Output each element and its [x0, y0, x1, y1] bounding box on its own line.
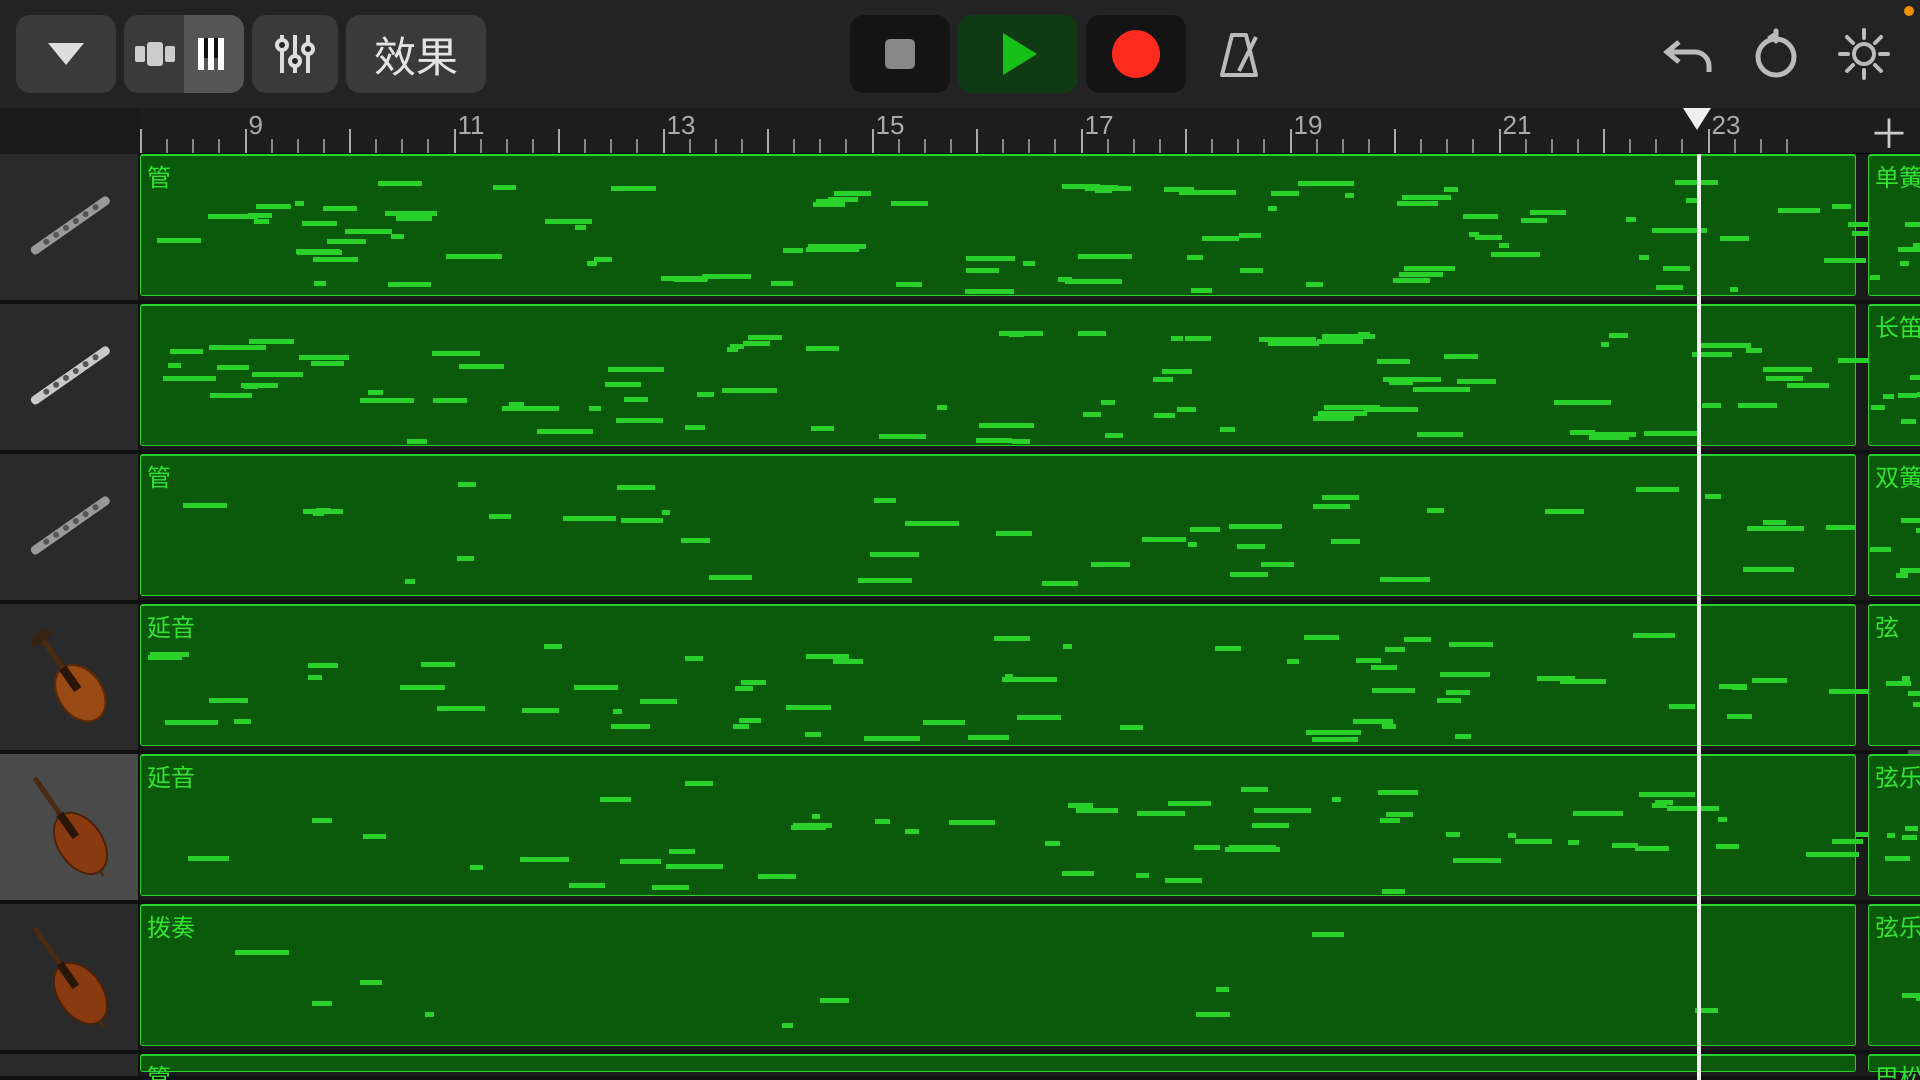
metronome-button[interactable]: [1194, 15, 1284, 93]
region-label: 弦乐: [1875, 908, 1920, 943]
fx-label: 效果: [364, 24, 468, 85]
region-label: 延音: [147, 608, 195, 643]
track-row: 管 双簧: [0, 454, 1920, 604]
track-lane[interactable]: 长笛: [140, 304, 1920, 450]
region-label: 长笛: [1875, 308, 1920, 343]
track-row: 延音 弦乐: [0, 754, 1920, 904]
stop-button[interactable]: [850, 15, 950, 93]
region-label: 双簧: [1875, 458, 1920, 493]
ruler-bar-number: 11: [458, 110, 485, 141]
track-header-flute[interactable]: [0, 304, 140, 450]
midi-region[interactable]: 管: [140, 1054, 1856, 1072]
region-label: 弦乐: [1875, 758, 1920, 793]
ruler-bar-number: 13: [667, 110, 696, 141]
track-header-clarinet[interactable]: [0, 154, 140, 300]
region-label: 管: [147, 458, 171, 493]
add-track-button[interactable]: ＋: [1866, 108, 1912, 154]
track-header-violin-sustain[interactable]: [0, 604, 140, 750]
track-row: 延音 弦: [0, 604, 1920, 754]
ruler-bar-number: 17: [1085, 110, 1114, 141]
undo-button[interactable]: [1648, 15, 1728, 93]
status-dot: [1904, 6, 1914, 16]
record-button[interactable]: [1086, 15, 1186, 93]
track-lane[interactable]: 管巴松: [140, 1054, 1920, 1076]
midi-region-next[interactable]: 弦乐: [1868, 904, 1920, 1046]
fx-button[interactable]: 效果: [346, 15, 486, 93]
track-lane[interactable]: 管 单簧: [140, 154, 1920, 300]
ruler-bar-number: 15: [876, 110, 905, 141]
track-header-oboe[interactable]: [0, 454, 140, 600]
midi-region[interactable]: 延音: [140, 754, 1856, 896]
midi-region[interactable]: [140, 304, 1856, 446]
track-row: 管 单簧: [0, 154, 1920, 304]
region-label: 巴松: [1875, 1058, 1920, 1080]
midi-region-next[interactable]: 长笛: [1868, 304, 1920, 446]
track-row: 管巴松: [0, 1054, 1920, 1080]
midi-region[interactable]: 拨奏: [140, 904, 1856, 1046]
timeline-ruler[interactable]: ＋ 9 11 13 15 17 19 21 23: [140, 108, 1920, 154]
track-header-cello-pizz[interactable]: [0, 904, 140, 1050]
ruler-bar-number: 19: [1294, 110, 1323, 141]
midi-region[interactable]: 管: [140, 454, 1856, 596]
track-lane[interactable]: 延音 弦: [140, 604, 1920, 750]
view-mode-group: [124, 15, 244, 93]
ruler-bar-number: 23: [1712, 110, 1741, 141]
track-header-partial[interactable]: [0, 1054, 140, 1076]
my-songs-button[interactable]: [16, 15, 116, 93]
play-button[interactable]: [958, 15, 1078, 93]
mixer-button[interactable]: [252, 15, 338, 93]
region-label: 延音: [147, 758, 195, 793]
midi-region-next[interactable]: 双簧: [1868, 454, 1920, 596]
midi-region-next[interactable]: 弦乐: [1868, 754, 1920, 896]
region-label: 单簧: [1875, 158, 1920, 193]
loop-button[interactable]: [1736, 15, 1816, 93]
toolbar: 效果: [0, 0, 1920, 108]
track-row: 拨奏 弦乐: [0, 904, 1920, 1054]
midi-region-next[interactable]: 巴松: [1868, 1054, 1920, 1072]
midi-region[interactable]: 管: [140, 154, 1856, 296]
view-tracks-button[interactable]: [184, 15, 244, 93]
ruler-bar-number: 21: [1503, 110, 1532, 141]
track-row: 长笛: [0, 304, 1920, 454]
tracks-area: 管单簧长笛管双簧延音弦延音弦乐拨奏弦乐管巴松: [0, 154, 1920, 1080]
track-header-cello-sustain[interactable]: [0, 754, 140, 900]
playhead-handle[interactable]: [1683, 108, 1711, 130]
midi-region-next[interactable]: 弦: [1868, 604, 1920, 746]
midi-region-next[interactable]: 单簧: [1868, 154, 1920, 296]
region-label: 弦: [1875, 608, 1899, 643]
region-label: 拨奏: [147, 908, 195, 943]
ruler-bar-number: 9: [249, 110, 263, 141]
region-label: 管: [147, 158, 171, 193]
track-lane[interactable]: 拨奏 弦乐: [140, 904, 1920, 1050]
view-browser-button[interactable]: [124, 15, 184, 93]
settings-button[interactable]: [1824, 15, 1904, 93]
track-lane[interactable]: 延音 弦乐: [140, 754, 1920, 900]
region-label: 管: [147, 1058, 171, 1080]
midi-region[interactable]: 延音: [140, 604, 1856, 746]
track-lane[interactable]: 管 双簧: [140, 454, 1920, 600]
